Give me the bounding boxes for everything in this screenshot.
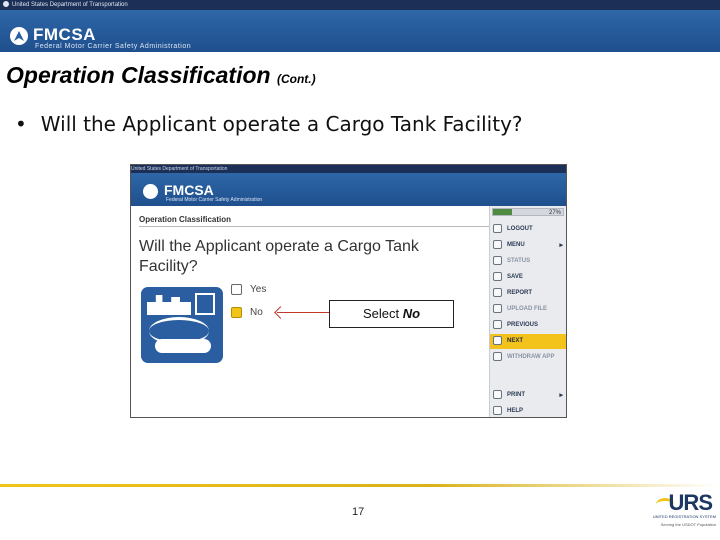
report-icon xyxy=(493,287,502,297)
menu-item-report[interactable]: REPORT xyxy=(490,286,566,301)
urs-logo: URS UNITED REGISTRATION SYSTEM Serving t… xyxy=(648,488,716,536)
option-yes-label: Yes xyxy=(250,284,267,296)
question-text: Will the Applicant operate a Cargo Tank … xyxy=(139,238,419,275)
menu-item-label: PREVIOUS xyxy=(507,322,539,328)
embedded-brand: FMCSA xyxy=(164,182,214,198)
embedded-fmcsa-logo-icon xyxy=(143,184,158,199)
previous-icon xyxy=(493,319,502,329)
menu-item-print[interactable]: PRINT ▸ xyxy=(490,388,566,403)
save-icon xyxy=(493,271,502,281)
bullet-marker: • xyxy=(15,112,27,136)
menu-icon xyxy=(493,239,502,249)
bullet-question: • Will the Applicant operate a Cargo Tank… xyxy=(15,112,523,136)
chevron-right-icon: ▸ xyxy=(559,392,563,399)
tank-truck-icon xyxy=(155,339,211,353)
pane-divider xyxy=(139,226,489,227)
chevron-right-icon: ▸ xyxy=(559,242,563,249)
slide-title-suffix: (Cont.) xyxy=(276,72,316,86)
print-icon xyxy=(493,389,502,399)
page-number: 17 xyxy=(352,506,365,518)
slide-title-main: Operation Classification xyxy=(6,62,271,88)
facility-building-icon xyxy=(147,295,191,315)
urs-logo-text: URS xyxy=(668,490,713,515)
storage-tank-icon xyxy=(195,293,215,315)
embedded-banner: FMCSA Federal Motor Carrier Safety Admin… xyxy=(131,173,566,206)
menu-item-previous[interactable]: PREVIOUS xyxy=(490,318,566,333)
urs-tagline: UNITED REGISTRATION SYSTEM xyxy=(652,514,716,519)
dot-header-strip: United States Department of Transportati… xyxy=(0,0,720,10)
select-no-callout: Select No xyxy=(329,300,454,328)
dot-seal-icon xyxy=(3,1,9,8)
callout-arrow-icon xyxy=(277,312,329,313)
status-icon xyxy=(493,255,502,265)
progress-text: 27% xyxy=(548,210,561,216)
option-no[interactable]: No xyxy=(231,307,263,318)
fmcsa-logo-icon xyxy=(10,27,28,45)
menu-item-label: SAVE xyxy=(507,274,523,280)
menu-item-label: UPLOAD FILE xyxy=(507,306,547,312)
dot-header-text: United States Department of Transportati… xyxy=(12,2,128,8)
slide-title: Operation Classification (Cont.) xyxy=(6,62,316,89)
progress-fill xyxy=(493,209,512,215)
menu-item-label: WITHDRAW APP xyxy=(507,354,555,360)
option-yes[interactable]: Yes xyxy=(231,284,266,295)
upload-icon xyxy=(493,303,502,313)
checkbox-yes[interactable] xyxy=(231,284,242,295)
menu-item-status[interactable]: STATUS xyxy=(490,254,566,269)
pane-title: Operation Classification xyxy=(139,215,232,224)
help-icon xyxy=(493,405,502,415)
embedded-screenshot: United States Department of Transportati… xyxy=(130,164,567,418)
menu-item-label: HELP xyxy=(507,408,524,414)
urs-subtagline: Serving the USDOT Population xyxy=(660,522,716,527)
footer-rule xyxy=(0,484,720,487)
fmcsa-banner: FMCSA Federal Motor Carrier Safety Admin… xyxy=(0,10,720,52)
fmcsa-brand: FMCSA xyxy=(33,25,96,44)
menu-item-help[interactable]: HELP xyxy=(490,404,566,417)
menu-item-logout[interactable]: LOGOUT xyxy=(490,222,566,237)
logout-icon xyxy=(493,223,502,233)
menu-item-menu[interactable]: MENU ▸ xyxy=(490,238,566,253)
checkbox-no[interactable] xyxy=(231,307,242,318)
menu-item-label: NEXT xyxy=(507,338,524,344)
progress-bar: 27% xyxy=(492,208,564,216)
menu-item-label: PRINT xyxy=(507,392,525,398)
callout-prefix: Select xyxy=(362,306,403,321)
embedded-dot-strip: United States Department of Transportati… xyxy=(131,165,566,173)
menu-item-save[interactable]: SAVE xyxy=(490,270,566,285)
menu-item-withdraw-app[interactable]: WITHDRAW APP xyxy=(490,350,566,365)
cargo-tank-facility-icon xyxy=(141,287,223,363)
menu-item-upload-file[interactable]: UPLOAD FILE xyxy=(490,302,566,317)
bullet-text: Will the Applicant operate a Cargo Tank … xyxy=(40,112,523,136)
withdraw-icon xyxy=(493,351,502,361)
menu-item-label: STATUS xyxy=(507,258,531,264)
side-menu: 27% LOGOUT MENU ▸ STATUS SAVE REPORT UPLOAD FI… xyxy=(489,206,566,417)
menu-item-label: REPORT xyxy=(507,290,533,296)
next-icon xyxy=(493,335,502,345)
callout-emphasis: No xyxy=(402,306,421,321)
menu-item-label: LOGOUT xyxy=(507,226,533,232)
option-no-label: No xyxy=(250,307,263,319)
menu-item-next[interactable]: NEXT xyxy=(490,334,566,349)
fmcsa-brand-subtitle: Federal Motor Carrier Safety Administrat… xyxy=(35,43,192,50)
menu-item-label: MENU xyxy=(507,242,525,248)
embedded-brand-subtitle: Federal Motor Carrier Safety Administrat… xyxy=(166,197,263,203)
